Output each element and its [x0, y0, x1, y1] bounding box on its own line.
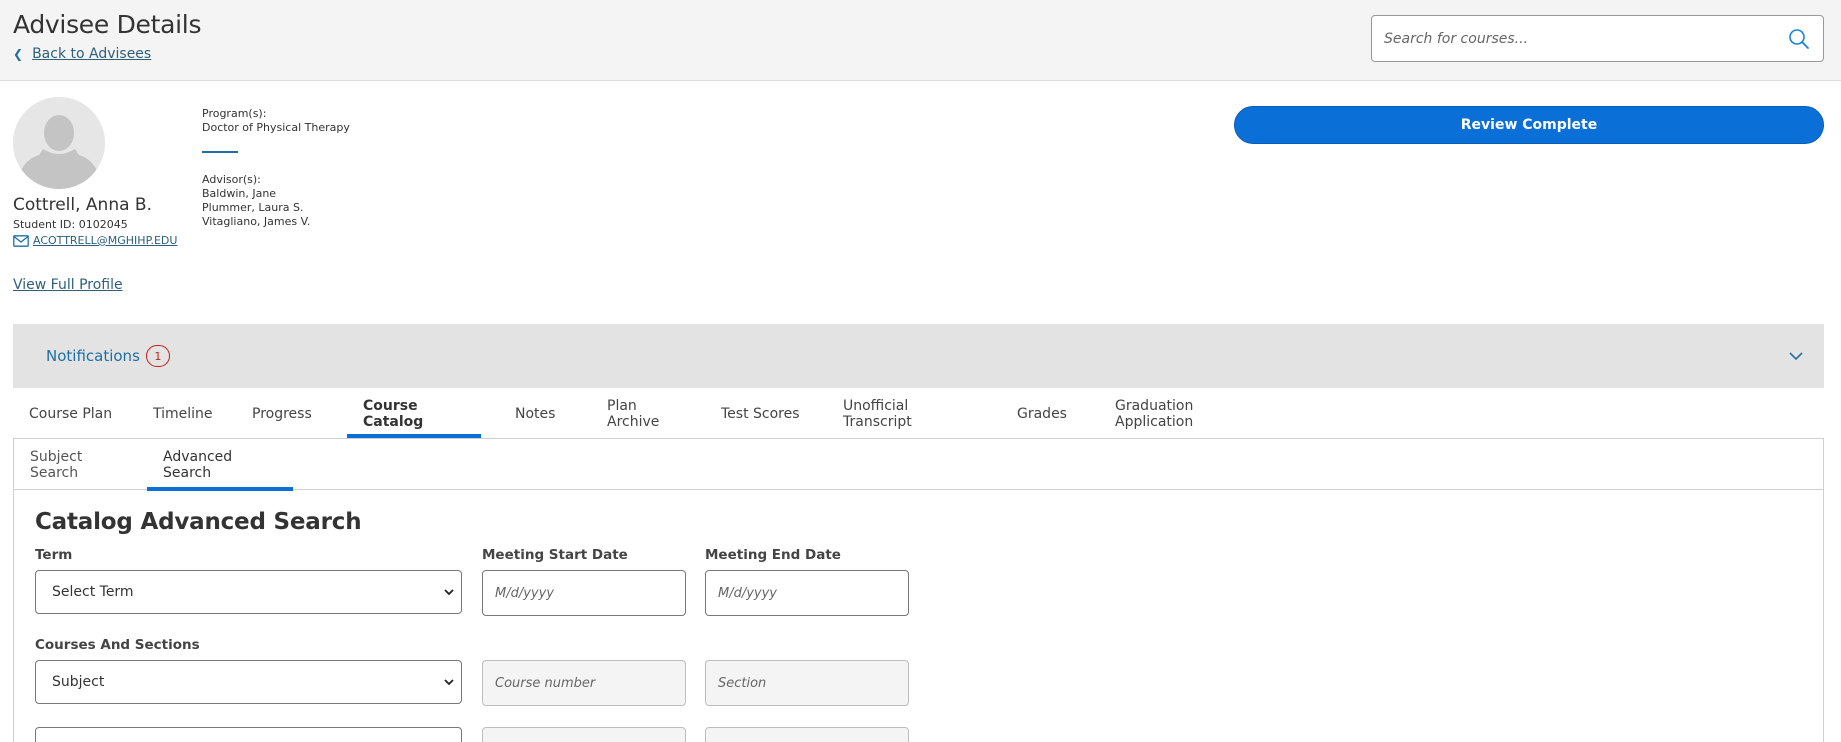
notifications-bar[interactable]: Notifications 1	[13, 324, 1824, 388]
term-select-value: Select Term	[52, 584, 134, 600]
page-header: Advisee Details ❮ Back to Advisees	[0, 0, 1841, 81]
course-search	[1371, 15, 1824, 62]
subject-select-2[interactable]	[35, 727, 462, 742]
tab-test-scores[interactable]: Test Scores	[707, 389, 821, 438]
avatar	[13, 97, 105, 189]
search-icon[interactable]	[1787, 27, 1811, 51]
advisor-item: Baldwin, Jane	[202, 187, 277, 200]
student-meta: Program(s): Doctor of Physical Therapy A…	[202, 107, 350, 229]
chevron-down-icon[interactable]	[1788, 348, 1804, 364]
term-select[interactable]: Select Term	[35, 570, 462, 614]
tab-course-catalog[interactable]: Course Catalog	[347, 389, 481, 438]
course-search-input[interactable]	[1384, 26, 1764, 51]
meeting-start-date-input[interactable]	[482, 570, 686, 616]
view-full-profile-link[interactable]: View Full Profile	[13, 277, 123, 293]
subject-select[interactable]: Subject	[35, 660, 462, 704]
course-number-input[interactable]	[482, 660, 686, 706]
section-input-2[interactable]	[705, 727, 909, 742]
course-number-input-2[interactable]	[482, 727, 686, 742]
back-link-label: Back to Advisees	[32, 46, 152, 62]
back-to-advisees-link[interactable]: ❮ Back to Advisees	[13, 46, 151, 62]
notification-count-badge: 1	[145, 345, 170, 367]
tab-advanced-search[interactable]: Advanced Search	[147, 439, 293, 491]
tab-unofficial-transcript[interactable]: Unofficial Transcript	[821, 389, 995, 438]
program-name: Doctor of Physical Therapy	[202, 121, 350, 134]
subject-select-value: Subject	[52, 674, 105, 690]
tab-progress[interactable]: Progress	[234, 389, 347, 438]
course-catalog-panel: Subject Search Advanced Search Catalog A…	[13, 438, 1824, 742]
main-tab-bar: Course Plan Timeline Progress Course Cat…	[13, 389, 1277, 438]
student-email-link[interactable]: ACOTTRELL@MGHIHP.EDU	[33, 234, 177, 247]
notifications-label: Notifications	[46, 347, 140, 365]
email-row: ACOTTRELL@MGHIHP.EDU	[13, 234, 177, 247]
chevron-left-icon: ❮	[13, 47, 24, 61]
person-silhouette-icon	[13, 97, 105, 189]
term-label: Term	[35, 547, 73, 563]
notifications-label-group: Notifications 1	[46, 345, 170, 367]
tab-plan-archive[interactable]: Plan Archive	[583, 389, 707, 438]
tab-timeline[interactable]: Timeline	[131, 389, 234, 438]
tab-grades[interactable]: Grades	[995, 389, 1087, 438]
tab-notes[interactable]: Notes	[481, 389, 583, 438]
chevron-down-icon	[444, 679, 454, 686]
advisors-label: Advisor(s):	[202, 173, 261, 186]
student-id: Student ID: 0102045	[13, 218, 128, 231]
tab-subject-search[interactable]: Subject Search	[14, 439, 147, 490]
chevron-down-icon	[444, 589, 454, 596]
tab-graduation-application[interactable]: Graduation Application	[1087, 389, 1277, 438]
courses-and-sections-label: Courses And Sections	[35, 637, 200, 653]
section-title: Catalog Advanced Search	[35, 509, 362, 535]
student-name: Cottrell, Anna B.	[13, 195, 152, 215]
sub-tab-bar: Subject Search Advanced Search	[14, 439, 1823, 491]
section-input[interactable]	[705, 660, 909, 706]
advisor-item: Plummer, Laura S.	[202, 201, 304, 214]
page-title: Advisee Details	[13, 10, 202, 39]
advisor-list: Baldwin, Jane Plummer, Laura S. Vitaglia…	[202, 187, 350, 229]
meeting-end-date-input[interactable]	[705, 570, 909, 616]
meta-divider	[202, 151, 238, 153]
review-complete-button[interactable]: Review Complete	[1234, 106, 1824, 144]
envelope-icon	[13, 234, 29, 247]
meeting-start-date-label: Meeting Start Date	[482, 547, 628, 563]
advisor-item: Vitagliano, James V.	[202, 215, 311, 228]
programs-label: Program(s):	[202, 107, 267, 120]
tab-course-plan[interactable]: Course Plan	[13, 389, 131, 438]
meeting-end-date-label: Meeting End Date	[705, 547, 841, 563]
